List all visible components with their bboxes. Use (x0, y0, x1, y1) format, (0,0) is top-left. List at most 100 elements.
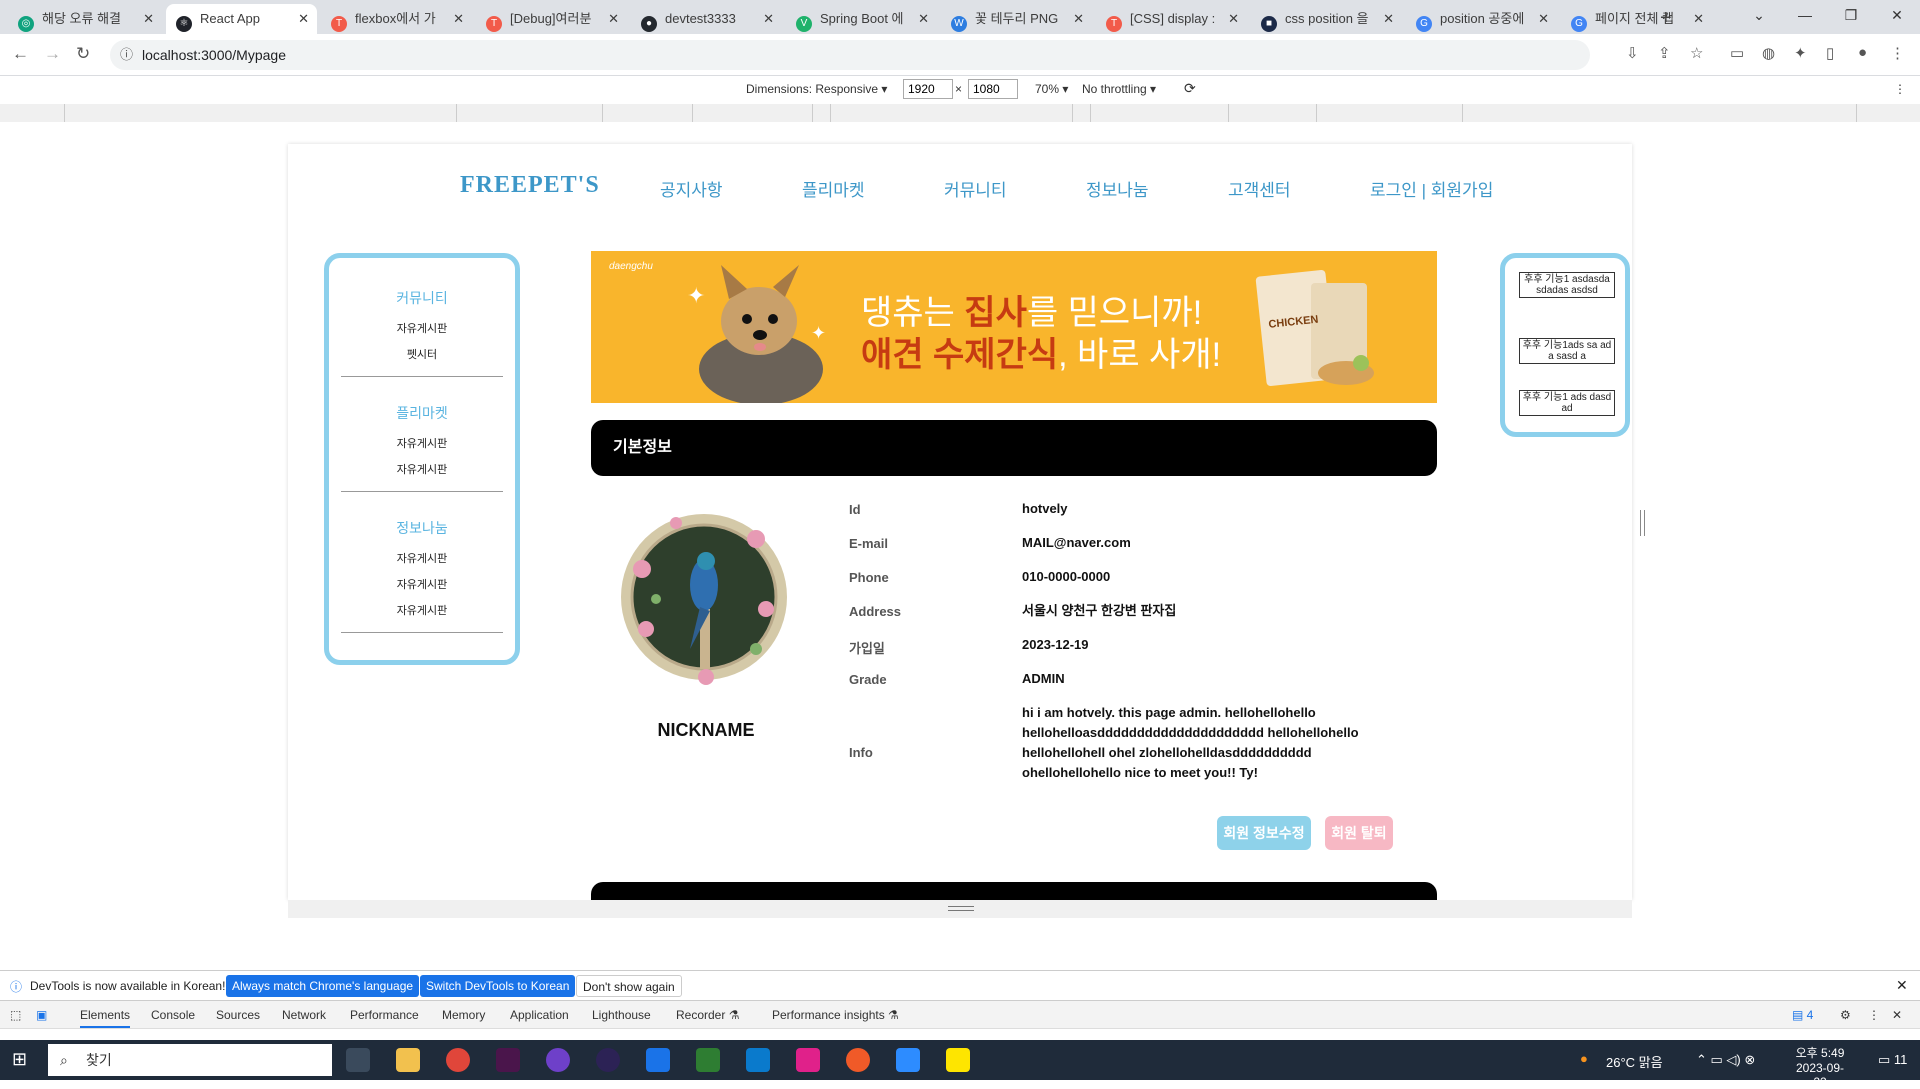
sidebar-category-info-share[interactable]: 정보나눔 (329, 518, 515, 538)
inspect-element-icon[interactable]: ⬚ (10, 1008, 21, 1022)
sheets-icon[interactable] (696, 1048, 720, 1072)
device-toolbar-more-icon[interactable]: ⋮ (1894, 82, 1906, 96)
switch-korean-button[interactable]: Switch DevTools to Korean (420, 975, 576, 997)
maps-icon[interactable] (646, 1048, 670, 1072)
dont-show-again-button[interactable]: Don't show again (576, 975, 682, 997)
minimize-button[interactable]: — (1782, 0, 1828, 30)
browser-tab[interactable]: Tflexbox에서 가 ✕ (321, 4, 472, 34)
sidebar-item[interactable]: 자유게시판 (329, 457, 515, 483)
browser-tab[interactable]: ⚛ React App ✕ (166, 4, 317, 34)
issues-badge[interactable]: ▤ 4 (1792, 1008, 1813, 1022)
viewport-height-input[interactable] (968, 79, 1018, 99)
nav-login-signup[interactable]: 로그인 | 회원가입 (1370, 176, 1493, 201)
tab-close-icon[interactable]: ✕ (763, 4, 774, 34)
nav-community[interactable]: 커뮤니티 (944, 176, 1007, 201)
kakaotalk-icon[interactable] (946, 1048, 970, 1072)
sidebar-item[interactable]: 자유게시판 (329, 572, 515, 598)
site-info-icon[interactable]: ⓘ (120, 40, 133, 70)
dimensions-select[interactable]: Dimensions: Responsive ▾ (746, 82, 887, 96)
withdraw-button[interactable]: 회원 탈퇴 (1325, 816, 1393, 850)
close-notice-icon[interactable]: ✕ (1896, 977, 1908, 994)
chrome-icon[interactable] (446, 1048, 470, 1072)
site-logo[interactable]: FREEPET'S (460, 172, 600, 199)
zoom-select[interactable]: 70% ▾ (1035, 82, 1068, 96)
zoom-icon[interactable] (896, 1048, 920, 1072)
browser-tab[interactable]: W 꽃 테두리 PNG ✕ (941, 4, 1092, 34)
windows-start-icon[interactable]: ⊞ (12, 1049, 27, 1070)
vscode-icon[interactable] (746, 1048, 770, 1072)
devtools-tab[interactable]: Memory (442, 1008, 485, 1022)
eclipse-icon[interactable] (596, 1048, 620, 1072)
viewport-bottom-resizer[interactable] (288, 900, 1632, 918)
github-desktop-icon[interactable] (546, 1048, 570, 1072)
browser-tab[interactable]: V Spring Boot 에 ✕ (786, 4, 937, 34)
viewport-width-input[interactable] (903, 79, 953, 99)
devtools-menu-icon[interactable]: ⋮ (1868, 1008, 1880, 1022)
tab-close-icon[interactable]: ✕ (1383, 4, 1394, 34)
devtools-tab[interactable]: Recorder ⚗ (676, 1008, 739, 1022)
tab-close-icon[interactable]: ✕ (453, 4, 464, 34)
profile-avatar-icon[interactable]: ● (1858, 44, 1867, 61)
devtools-tab[interactable]: Performance insights ⚗ (772, 1008, 899, 1022)
devtools-tab[interactable]: Lighthouse (592, 1008, 651, 1022)
url-input[interactable]: ⓘ localhost:3000/Mypage (110, 40, 1590, 70)
browser-tab[interactable]: T [Debug]여러분 ✕ (476, 4, 627, 34)
tab-close-icon[interactable]: ✕ (143, 4, 154, 34)
tray-icons[interactable]: ⌃ ▭ ◁) ⊗ (1696, 1052, 1755, 1068)
settings-gear-icon[interactable]: ⚙ (1840, 1008, 1851, 1022)
nav-support[interactable]: 고객센터 (1228, 176, 1291, 201)
right-sidebar-feature[interactable]: 후후 기능1 ads dasd ad (1519, 390, 1615, 416)
browser-tab[interactable]: T [CSS] display : ✕ (1096, 4, 1247, 34)
tab-close-icon[interactable]: ✕ (1538, 4, 1549, 34)
weather-text[interactable]: 26°C 맑음 (1606, 1052, 1663, 1071)
sidebar-item[interactable]: 자유게시판 (329, 598, 515, 624)
reload-icon[interactable]: ↻ (76, 44, 90, 64)
tab-close-icon[interactable]: ✕ (608, 4, 619, 34)
right-sidebar-feature[interactable]: 후후 기능1ads sa ada sasd a (1519, 338, 1615, 364)
browser-tab[interactable]: Gposition 공중에 ✕ (1406, 4, 1557, 34)
extension-globe-icon[interactable]: ◍ (1762, 44, 1775, 62)
nav-notice[interactable]: 공지사항 (660, 176, 723, 201)
rotate-icon[interactable]: ⟳ (1184, 80, 1196, 97)
sidebar-item[interactable]: 자유게시판 (329, 546, 515, 572)
sidebar-icon[interactable]: ▯ (1826, 44, 1834, 62)
nav-info-share[interactable]: 정보나눔 (1086, 176, 1149, 201)
browser-tab[interactable]: ● devtest3333 ✕ (631, 4, 782, 34)
sidebar-item[interactable]: 펫시터 (329, 342, 515, 368)
intellij-icon[interactable] (796, 1048, 820, 1072)
tab-close-icon[interactable]: ✕ (918, 4, 929, 34)
browser-tab[interactable]: ■ css position 을 ✕ (1251, 4, 1402, 34)
tab-close-icon[interactable]: ✕ (298, 4, 309, 34)
maximize-button[interactable]: ❐ (1828, 0, 1874, 30)
cast-icon[interactable]: ▭ (1730, 44, 1744, 62)
tab-close-icon[interactable]: ✕ (1693, 4, 1704, 34)
slack-icon[interactable] (496, 1048, 520, 1072)
device-toggle-icon[interactable]: ▣ (36, 1008, 47, 1022)
tab-search-icon[interactable]: ⌄ (1736, 0, 1782, 30)
tab-close-icon[interactable]: ✕ (1073, 4, 1084, 34)
match-language-button[interactable]: Always match Chrome's language (226, 975, 420, 997)
sidebar-category-community[interactable]: 커뮤니티 (329, 288, 515, 308)
file-explorer-icon[interactable] (396, 1048, 420, 1072)
share-icon[interactable]: ⇪ (1658, 44, 1671, 62)
task-view-icon[interactable] (346, 1048, 370, 1072)
viewport-side-resizer[interactable] (1640, 510, 1645, 536)
browser-tab[interactable]: G 페이지 전체 캡 ✕ (1561, 4, 1712, 34)
sidebar-category-fleamarket[interactable]: 플리마켓 (329, 403, 515, 423)
devtools-tab[interactable]: Performance (350, 1008, 419, 1022)
devtools-tab[interactable]: Sources (216, 1008, 260, 1022)
throttle-select[interactable]: No throttling ▾ (1082, 82, 1156, 96)
devtools-tab[interactable]: Console (151, 1008, 195, 1022)
extensions-puzzle-icon[interactable]: ✦ (1794, 44, 1807, 62)
bookmark-star-icon[interactable]: ☆ (1690, 44, 1703, 62)
devtools-tab[interactable]: Application (510, 1008, 569, 1022)
close-window-button[interactable]: ✕ (1874, 0, 1920, 30)
nav-fleamarket[interactable]: 플리마켓 (802, 176, 865, 201)
postman-icon[interactable] (846, 1048, 870, 1072)
clock[interactable]: 오후 5:49 2023-09-22 (1790, 1044, 1850, 1089)
close-devtools-icon[interactable]: ✕ (1892, 1008, 1902, 1022)
taskbar-search-input[interactable]: ⌕ 찾기 (48, 1044, 332, 1076)
devtools-tab[interactable]: Elements (80, 1008, 131, 1028)
sidebar-item[interactable]: 자유게시판 (329, 431, 515, 457)
edit-profile-button[interactable]: 회원 정보수정 (1217, 816, 1311, 850)
